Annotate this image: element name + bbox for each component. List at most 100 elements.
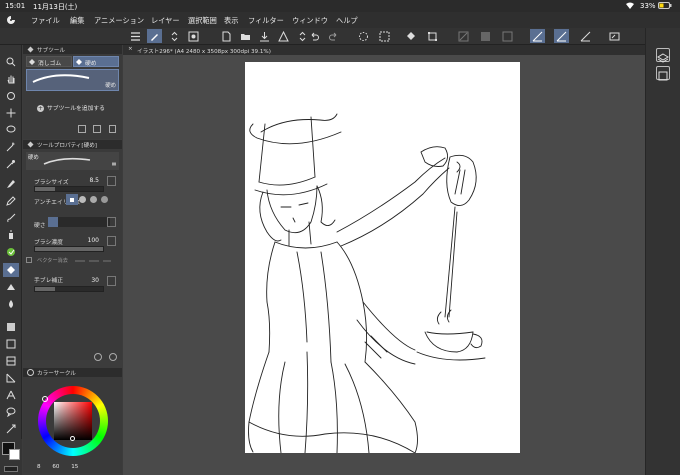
add-subtool-button[interactable]: + サブツールを追加する	[37, 103, 105, 112]
airbrush-icon[interactable]	[3, 228, 19, 242]
lock-icon[interactable]	[111, 160, 117, 166]
brush-density-slider[interactable]	[34, 246, 104, 252]
grid-snap-icon[interactable]	[578, 29, 593, 43]
brush-icon[interactable]	[3, 211, 19, 225]
menu-edit[interactable]: 編集	[70, 16, 84, 26]
text-icon[interactable]	[3, 388, 19, 402]
duplicate-subtool-icon[interactable]	[78, 125, 86, 133]
stabilization-slider[interactable]	[34, 286, 104, 292]
special-ruler-snap-icon[interactable]	[554, 29, 569, 43]
drawing-canvas[interactable]	[245, 62, 520, 454]
subtool-tab-hard[interactable]: 硬め	[73, 56, 119, 67]
sub-color-swatch[interactable]	[9, 449, 20, 460]
menu-layer[interactable]: レイヤー	[151, 16, 180, 26]
transform-icon[interactable]	[425, 29, 440, 43]
frame-border-icon[interactable]	[3, 354, 19, 368]
magic-wand-icon[interactable]	[3, 140, 19, 154]
antialias-none-icon[interactable]	[66, 194, 78, 205]
blend-icon[interactable]	[3, 280, 19, 294]
eyedropper-icon[interactable]	[3, 157, 19, 171]
balloon-icon[interactable]	[3, 405, 19, 419]
fill-area-icon[interactable]	[377, 29, 392, 43]
hardness-selector[interactable]	[48, 217, 110, 227]
correct-line-icon[interactable]	[3, 422, 19, 436]
open-folder-icon[interactable]	[238, 29, 253, 43]
ruler-snap-icon[interactable]	[530, 29, 545, 43]
document-tab-label: イラスト296* (A4 2480 x 3508px 300dpi 39.1%)	[137, 49, 271, 55]
pen-icon[interactable]	[3, 177, 19, 191]
subtool-toggle-icon[interactable]	[186, 29, 201, 43]
lasso-icon[interactable]	[3, 123, 19, 137]
eraser-icon	[29, 59, 35, 65]
hardness-settings-icon[interactable]	[107, 217, 116, 227]
antialias-strong-icon[interactable]	[101, 196, 108, 203]
menu-window[interactable]: ウィンドウ	[292, 16, 328, 26]
brush-size-dynamics-icon[interactable]	[107, 176, 116, 186]
warning-triangle-icon[interactable]	[276, 29, 291, 43]
chevron-updown-icon[interactable]	[167, 29, 182, 43]
companion-mode-icon[interactable]	[607, 29, 622, 43]
battery-icon	[658, 2, 672, 11]
gradient-icon[interactable]	[3, 320, 19, 334]
ruler-icon[interactable]	[3, 371, 19, 385]
hand-icon[interactable]	[3, 72, 19, 86]
hamburger-menu-icon[interactable]	[128, 29, 143, 43]
decoration-icon[interactable]	[3, 245, 19, 259]
color-picker-cursor[interactable]	[70, 436, 75, 441]
vector-erase-checkbox[interactable]	[26, 257, 32, 263]
brush-density-value[interactable]: 100	[83, 237, 99, 244]
menu-view[interactable]: 表示	[224, 16, 238, 26]
app-logo-icon[interactable]	[6, 15, 16, 27]
antialias-weak-icon[interactable]	[79, 196, 86, 203]
save-icon[interactable]	[257, 29, 272, 43]
reset-property-icon[interactable]	[94, 353, 102, 361]
document-tab[interactable]: × イラスト296* (A4 2480 x 3508px 300dpi 39.1…	[123, 45, 645, 55]
vector-erase-mode-icons[interactable]	[73, 257, 113, 265]
menu-help[interactable]: ヘルプ	[336, 16, 358, 26]
menu-filter[interactable]: フィルター	[248, 16, 284, 26]
move-icon[interactable]	[3, 106, 19, 120]
fill-bucket-icon[interactable]	[403, 29, 418, 43]
wrench-icon[interactable]	[109, 353, 117, 361]
subtool-tab-eraser[interactable]: 消しゴム	[26, 56, 72, 67]
brush-density-dynamics-icon[interactable]	[107, 236, 116, 246]
vector-erase-label: ベクター消去	[37, 258, 68, 264]
brush-size-value[interactable]: 8.5	[83, 177, 99, 184]
deselect-icon[interactable]	[456, 29, 471, 43]
tab-close-icon[interactable]: ×	[128, 46, 133, 52]
hue-picker-cursor[interactable]	[42, 396, 48, 402]
stabilization-value[interactable]: 30	[83, 277, 99, 284]
brush-size-label: ブラシサイズ	[34, 180, 69, 186]
command-bar	[0, 28, 680, 45]
right-dock	[645, 28, 680, 475]
saturation-value-square[interactable]	[54, 402, 92, 440]
pencil-icon[interactable]	[3, 194, 19, 208]
delete-subtool-icon[interactable]	[109, 125, 116, 133]
copy-subtool-icon[interactable]	[93, 125, 101, 133]
zoom-icon[interactable]	[3, 55, 19, 69]
eraser-icon[interactable]	[3, 263, 19, 277]
menu-file[interactable]: ファイル	[31, 16, 60, 26]
stabilization-dynamics-icon[interactable]	[107, 276, 116, 286]
battery-percent: 33%	[640, 2, 656, 10]
figure-icon[interactable]	[3, 337, 19, 351]
brush-size-slider[interactable]	[34, 186, 104, 192]
quick-access-pen-icon[interactable]	[147, 29, 162, 43]
menu-animation[interactable]: アニメーション	[94, 16, 144, 26]
navigator-panel-icon[interactable]	[656, 66, 670, 81]
subtool-preview[interactable]: 硬め	[26, 69, 119, 91]
fill-icon[interactable]	[3, 297, 19, 311]
loading-spinner-icon[interactable]	[356, 29, 371, 43]
undo-icon[interactable]	[307, 29, 322, 43]
new-document-icon[interactable]	[219, 29, 234, 43]
layers-panel-icon[interactable]	[656, 48, 670, 63]
hue-ring[interactable]	[38, 386, 108, 456]
rotate-view-icon[interactable]	[3, 89, 19, 103]
menu-selection[interactable]: 選択範囲	[188, 16, 217, 26]
transparent-color-swatch[interactable]	[4, 466, 18, 472]
invert-selection-icon[interactable]	[478, 29, 493, 43]
antialias-medium-icon[interactable]	[90, 196, 97, 203]
selection-layer-icon[interactable]	[500, 29, 515, 43]
tool-name-preview: 硬め	[26, 152, 119, 170]
redo-icon[interactable]	[326, 29, 341, 43]
